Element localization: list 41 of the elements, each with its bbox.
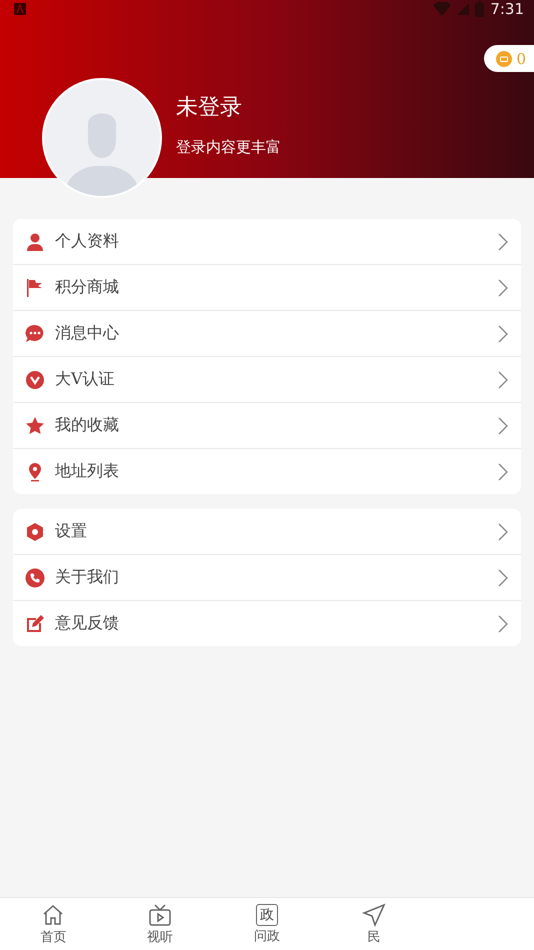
menu-item[interactable]: 大V认证 (13, 356, 521, 402)
chevron-right-icon (497, 614, 509, 632)
chevron-right-icon (497, 324, 509, 342)
status-time: 7:31 (490, 0, 524, 18)
tab-bar-item[interactable]: 政 问政 (214, 898, 320, 950)
menu-item[interactable]: 关于我们 (13, 554, 521, 600)
government-icon: 政 (256, 904, 278, 926)
menu-item[interactable]: 我的收藏 (13, 402, 521, 448)
wifi-icon (433, 2, 452, 16)
coin-icon (496, 50, 512, 66)
person-icon (25, 232, 45, 252)
menu-item[interactable]: 地址列表 (13, 448, 521, 494)
menu-item[interactable]: 消息中心 (13, 310, 521, 356)
menu-item[interactable]: 个人资料 (13, 219, 521, 264)
login-hint: 登录内容更丰富 (176, 138, 281, 157)
menu-item[interactable]: 意见反馈 (13, 600, 521, 646)
tv-play-icon (148, 902, 172, 926)
tab-bar-item[interactable]: 首页 (0, 898, 107, 950)
home-icon (41, 902, 66, 926)
signal-icon (457, 3, 470, 15)
chevron-right-icon (497, 416, 509, 434)
menu-item[interactable]: 设置 (13, 509, 521, 554)
chevron-right-icon (497, 370, 509, 388)
chat-bubble-icon (25, 324, 45, 344)
star-icon (25, 416, 45, 436)
app-notification-icon (14, 3, 26, 15)
login-status[interactable]: 未登录 (176, 92, 281, 122)
tab-bar-item[interactable]: 民 (320, 898, 428, 950)
battery-icon (475, 1, 484, 17)
menu-item[interactable]: 积分商城 (13, 264, 521, 310)
settings-icon (25, 522, 45, 542)
v-badge-icon (25, 370, 45, 390)
paper-plane-icon (362, 902, 386, 926)
edit-icon (25, 614, 45, 634)
chevron-right-icon (497, 232, 509, 250)
chevron-right-icon (497, 522, 509, 540)
chevron-right-icon (497, 568, 509, 586)
phone-icon (25, 568, 45, 588)
chevron-right-icon (497, 278, 509, 296)
chevron-right-icon (497, 462, 509, 480)
tab-bar-item[interactable]: 视听 (106, 898, 214, 950)
